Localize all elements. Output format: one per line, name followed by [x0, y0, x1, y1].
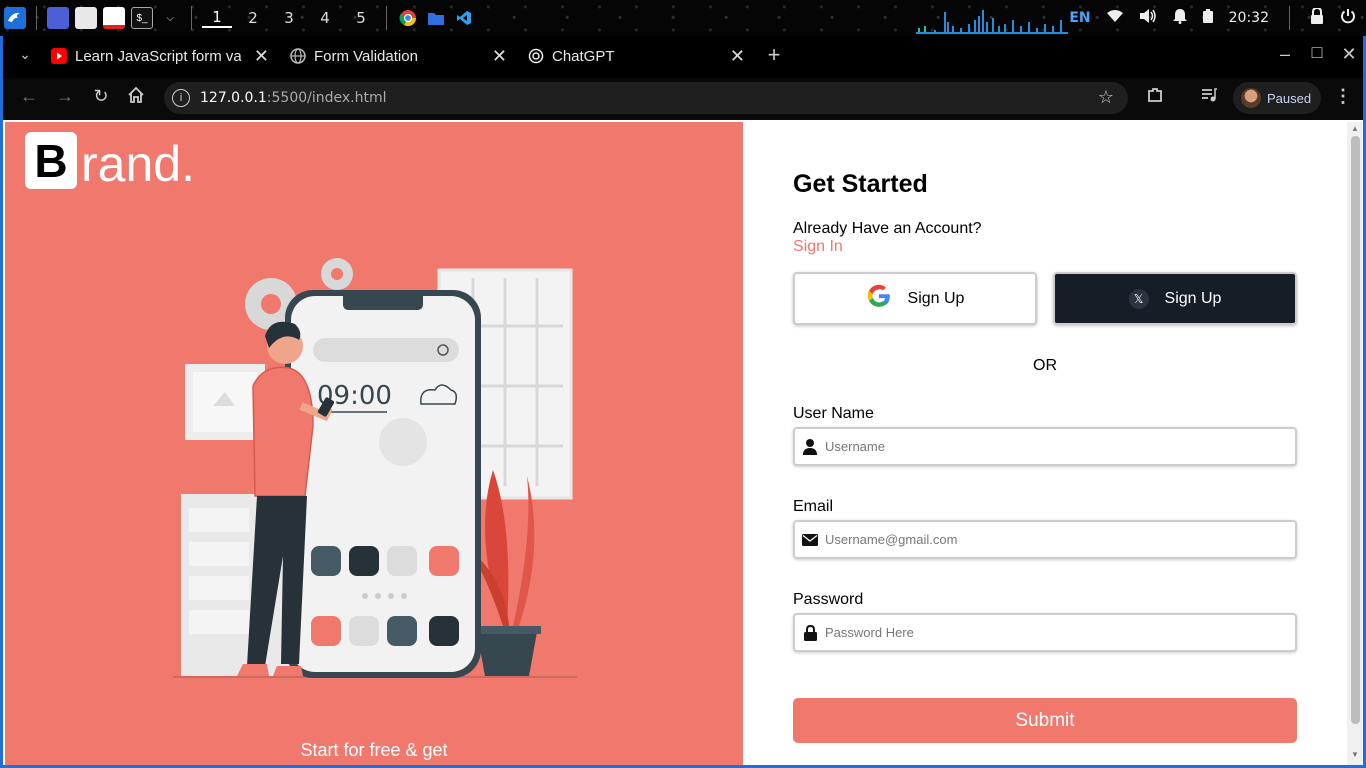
phone-illustration: 09:00 [173, 258, 577, 678]
forward-icon[interactable]: → [53, 86, 77, 107]
desktop-icon[interactable] [47, 7, 69, 29]
youtube-icon [51, 48, 67, 64]
workspace-5[interactable]: 5 [346, 9, 376, 27]
site-info-icon[interactable]: i [172, 89, 190, 107]
username-input[interactable] [825, 439, 1285, 454]
email-input[interactable] [825, 532, 1285, 547]
window-close-button[interactable]: ✕ [1337, 44, 1361, 65]
taskbar-separator [386, 6, 387, 30]
page-scrollbar[interactable]: ▲ ▼ [1347, 122, 1363, 765]
password-field[interactable] [793, 613, 1297, 652]
submit-button[interactable]: Submit [793, 698, 1297, 743]
close-tab-icon[interactable]: ✕ [730, 46, 745, 67]
workspace-1[interactable]: 1 [202, 8, 232, 28]
x-signup-label: Sign Up [1164, 289, 1222, 307]
or-divider: OR [1033, 357, 1057, 374]
page-viewport: B rand. 09:00 Start for free & get Get S… [0, 120, 1366, 768]
os-taskbar: $_ ⌵ 1 2 3 4 5 EN 20:32 [0, 0, 1366, 36]
browser-toolbar: ← → ↻ i 127.0.0.1 :5500/index.html ☆ Pau… [0, 78, 1366, 120]
taskbar-separator [1289, 6, 1290, 30]
already-account-text: Already Have an Account? [793, 220, 982, 237]
taskbar-separator [191, 6, 192, 30]
more-menu-icon[interactable]: ⋮ [1331, 86, 1355, 107]
tab-title: Learn JavaScript form val [75, 47, 241, 65]
brand-logo: B rand. [25, 132, 195, 189]
x-signup-button[interactable]: 𝕏 Sign Up [1053, 272, 1297, 325]
username-label: User Name [793, 405, 874, 422]
chrome-icon[interactable] [397, 7, 419, 29]
vscode-icon[interactable] [453, 7, 475, 29]
network-activity-graph [916, 10, 1068, 34]
new-tab-button[interactable]: + [762, 42, 786, 68]
tab-chatgpt[interactable]: ChatGPT ✕ [528, 36, 745, 76]
volume-icon[interactable] [1139, 8, 1157, 28]
taskbar-left: $_ ⌵ 1 2 3 4 5 [4, 4, 475, 32]
scroll-down-arrow-icon[interactable]: ▼ [1351, 750, 1359, 759]
workspace-4[interactable]: 4 [310, 9, 340, 27]
chevron-down-icon[interactable]: ⌵ [159, 7, 181, 29]
lock-icon [795, 624, 825, 641]
workspace-2[interactable]: 2 [238, 9, 268, 27]
x-logo-icon: 𝕏 [1128, 288, 1149, 309]
scrollbar-thumb[interactable] [1351, 136, 1360, 724]
url-path: :5500/index.html [266, 90, 387, 106]
google-signup-button[interactable]: Sign Up [793, 272, 1037, 325]
bell-icon[interactable] [1172, 8, 1187, 28]
taskbar-separator [36, 6, 37, 30]
tab-search-chevron-icon[interactable]: ⌄ [13, 46, 37, 63]
address-bar[interactable]: i 127.0.0.1 :5500/index.html ☆ [164, 82, 1128, 114]
power-icon[interactable] [1340, 8, 1356, 28]
google-signup-label: Sign Up [907, 289, 965, 307]
terminal-icon[interactable]: $_ [131, 7, 153, 29]
tab-title: ChatGPT [552, 47, 615, 65]
tab-title: Form Validation [314, 47, 418, 65]
wifi-icon[interactable] [1106, 9, 1123, 27]
scroll-up-arrow-icon[interactable]: ▲ [1351, 124, 1359, 133]
username-field[interactable] [793, 427, 1297, 466]
page-title: Get Started [793, 170, 928, 198]
brand-letter: B [25, 132, 77, 189]
google-icon [866, 283, 892, 314]
reload-icon[interactable]: ↻ [89, 86, 113, 107]
email-label: Email [793, 498, 834, 515]
close-tab-icon[interactable]: ✕ [254, 46, 269, 67]
window-maximize-button[interactable]: □ [1305, 42, 1329, 63]
browser-tab-strip: ⌄ Learn JavaScript form val ✕ Form Valid… [0, 36, 1366, 78]
profile-button[interactable]: Paused [1233, 82, 1321, 114]
tab-youtube[interactable]: Learn JavaScript form val ✕ [51, 36, 269, 76]
envelope-icon [795, 533, 825, 546]
hero-panel: B rand. 09:00 Start for free & get [5, 122, 743, 765]
sign-in-link[interactable]: Sign In [793, 238, 843, 256]
brand-text: rand. [81, 136, 195, 192]
battery-icon[interactable] [1202, 9, 1213, 27]
text-editor-icon[interactable] [103, 7, 125, 29]
close-tab-icon[interactable]: ✕ [492, 46, 507, 67]
hero-tagline: Start for free & get [300, 740, 448, 760]
globe-icon [290, 48, 306, 64]
tab-form-validation[interactable]: Form Validation ✕ [290, 36, 507, 76]
kali-menu-icon[interactable] [4, 7, 26, 29]
folder-icon[interactable] [425, 7, 447, 29]
password-input[interactable] [825, 625, 1285, 640]
window-minimize-button[interactable]: – [1273, 44, 1297, 65]
chatgpt-icon [528, 48, 544, 64]
lock-icon[interactable] [1310, 6, 1324, 28]
taskbar-tray: EN 20:32 [1069, 4, 1356, 32]
back-icon[interactable]: ← [17, 86, 41, 107]
home-icon[interactable] [124, 86, 148, 109]
avatar [1241, 88, 1261, 108]
clock[interactable]: 20:32 [1229, 10, 1269, 26]
bookmark-star-icon[interactable]: ☆ [1098, 87, 1114, 108]
password-label: Password [793, 591, 864, 608]
url-host: 127.0.0.1 [200, 90, 267, 106]
workspace-3[interactable]: 3 [274, 9, 304, 27]
signup-panel: Get Started Already Have an Account? Sig… [743, 122, 1347, 765]
extensions-icon[interactable] [1143, 86, 1167, 109]
keyboard-language[interactable]: EN [1069, 10, 1090, 26]
profile-status: Paused [1267, 90, 1312, 106]
media-controls-icon[interactable] [1197, 86, 1221, 109]
user-icon [795, 438, 825, 455]
email-field[interactable] [793, 520, 1297, 559]
file-manager-icon[interactable] [75, 7, 97, 29]
